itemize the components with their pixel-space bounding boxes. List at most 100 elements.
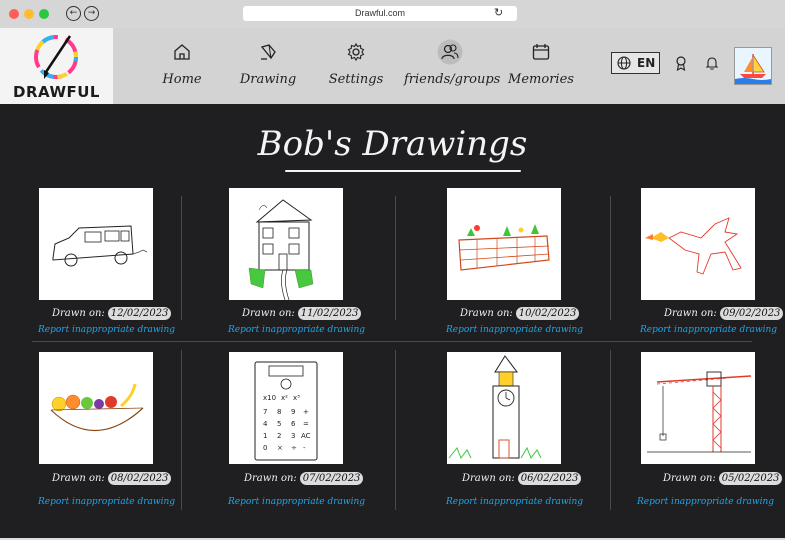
nav-memories-label: Memories [508, 72, 574, 87]
drawing-date: 05/02/2023 [718, 472, 783, 485]
svg-text:x²: x² [281, 394, 288, 402]
nav-home-label: Home [162, 72, 202, 87]
address-bar[interactable]: Drawful.com [243, 6, 517, 21]
title-underline [285, 170, 521, 172]
fruit-bowl-drawing [50, 383, 144, 432]
report-link[interactable]: Report inappropriate drawing [640, 325, 777, 335]
calendar-icon [532, 44, 550, 60]
divider [610, 350, 611, 510]
nav-home[interactable]: Home [148, 28, 216, 104]
svg-text:0: 0 [263, 444, 267, 452]
drawing-thumbnail-crane[interactable] [641, 352, 755, 464]
svg-text:8: 8 [277, 408, 281, 416]
drawing-date: 08/02/2023 [107, 472, 172, 485]
nav-memories[interactable]: Memories [504, 28, 578, 104]
drawing-date: 10/02/2023 [515, 307, 580, 320]
report-link[interactable]: Report inappropriate drawing [38, 325, 175, 335]
svg-text:-: - [303, 444, 306, 452]
award-icon[interactable] [673, 55, 689, 71]
svg-text:÷: ÷ [291, 444, 297, 452]
divider [395, 350, 396, 510]
globe-icon [617, 56, 631, 70]
svg-text:x10: x10 [263, 394, 276, 402]
drawn-on-label: Drawn on: [52, 473, 105, 484]
drawn-on-label: Drawn on: [244, 473, 297, 484]
drawing-date: 07/02/2023 [299, 472, 364, 485]
reload-icon[interactable]: ↻ [494, 7, 503, 19]
svg-text:×: × [277, 444, 283, 452]
divider [32, 341, 752, 342]
drawn-on-label: Drawn on: [664, 308, 717, 319]
clock-tower-drawing [448, 355, 542, 460]
users-icon [437, 39, 463, 65]
back-arrow-icon[interactable]: ← [66, 6, 81, 21]
svg-text:6: 6 [291, 420, 296, 428]
minimize-window-button[interactable] [24, 9, 34, 19]
nav-drawing-label: Drawing [239, 72, 297, 87]
svg-text:2: 2 [277, 432, 281, 440]
drawing-date: 09/02/2023 [719, 307, 784, 320]
calculator-drawing: x10 x² x³ 7 8 9 + 4 5 6 = 1 2 3 AC 0 × ÷ - [254, 361, 318, 461]
paintbrush-logo-icon [34, 35, 78, 79]
drawn-on-row: Drawn on: 11/02/2023 [242, 307, 362, 320]
drawing-thumbnail-house[interactable] [229, 188, 343, 301]
svg-text:1: 1 [263, 432, 267, 440]
svg-text:x³: x³ [293, 394, 300, 402]
nav-friends-groups-label: friends/groups [404, 72, 501, 87]
planter-drawing [458, 224, 550, 271]
browser-titlebar: ← → Drawful.com ↻ [0, 0, 785, 29]
close-window-button[interactable] [9, 9, 19, 19]
sailboat-avatar-icon [735, 48, 771, 84]
divider [395, 196, 396, 320]
drawing-thumbnail-fruit-bowl[interactable] [39, 352, 153, 464]
bell-icon[interactable] [704, 55, 720, 71]
drawn-on-row: Drawn on: 05/02/2023 [663, 472, 783, 485]
report-link[interactable]: Report inappropriate drawing [228, 497, 365, 507]
nav-friends-groups[interactable]: friends/groups [404, 28, 501, 104]
svg-text:+: + [303, 408, 309, 416]
svg-text:9: 9 [291, 408, 295, 416]
drawing-thumbnail-dragon[interactable] [641, 188, 755, 300]
drawing-date: 06/02/2023 [517, 472, 582, 485]
drawing-date: 11/02/2023 [297, 307, 362, 320]
drawn-on-label: Drawn on: [52, 308, 105, 319]
svg-text:4: 4 [263, 420, 268, 428]
drawing-thumbnail-car[interactable] [39, 188, 153, 300]
drawn-on-row: Drawn on: 09/02/2023 [664, 307, 784, 320]
drawn-on-row: Drawn on: 10/02/2023 [460, 307, 580, 320]
drawing-thumbnail-clock-tower[interactable] [447, 352, 561, 464]
divider [181, 350, 182, 510]
avatar[interactable] [734, 47, 772, 85]
report-link[interactable]: Report inappropriate drawing [446, 325, 583, 335]
divider [181, 196, 182, 320]
nav-drawing[interactable]: Drawing [234, 28, 302, 104]
nav-settings[interactable]: Settings [322, 28, 390, 104]
drawn-on-label: Drawn on: [663, 473, 716, 484]
app-window: ← → Drawful.com ↻ DRAWFUL Home Drawing S… [0, 0, 785, 540]
logo[interactable]: DRAWFUL [0, 28, 113, 104]
report-link[interactable]: Report inappropriate drawing [446, 497, 583, 507]
forward-arrow-icon[interactable]: → [84, 6, 99, 21]
drawn-on-row: Drawn on: 08/02/2023 [52, 472, 172, 485]
report-link[interactable]: Report inappropriate drawing [637, 497, 774, 507]
report-link[interactable]: Report inappropriate drawing [38, 497, 175, 507]
crane-drawing [647, 371, 752, 453]
logo-text: DRAWFUL [13, 83, 100, 101]
language-selector[interactable]: EN [611, 52, 660, 74]
maximize-window-button[interactable] [39, 9, 49, 19]
svg-text:=: = [303, 420, 309, 428]
drawing-thumbnail-planter[interactable] [447, 188, 561, 300]
nav-settings-label: Settings [328, 72, 384, 87]
report-link[interactable]: Report inappropriate drawing [228, 325, 365, 335]
svg-text:5: 5 [277, 420, 281, 428]
dragon-drawing [645, 217, 742, 275]
drawn-on-row: Drawn on: 12/02/2023 [52, 307, 172, 320]
house-drawing [248, 199, 314, 301]
divider [610, 196, 611, 320]
drawn-on-row: Drawn on: 06/02/2023 [462, 472, 582, 485]
home-icon [174, 44, 190, 60]
drawing-date: 12/02/2023 [107, 307, 172, 320]
drawn-on-label: Drawn on: [462, 473, 515, 484]
svg-text:3: 3 [291, 432, 295, 440]
drawing-thumbnail-calculator[interactable]: x10 x² x³ 7 8 9 + 4 5 6 = 1 2 3 AC 0 × ÷ - [229, 352, 343, 464]
